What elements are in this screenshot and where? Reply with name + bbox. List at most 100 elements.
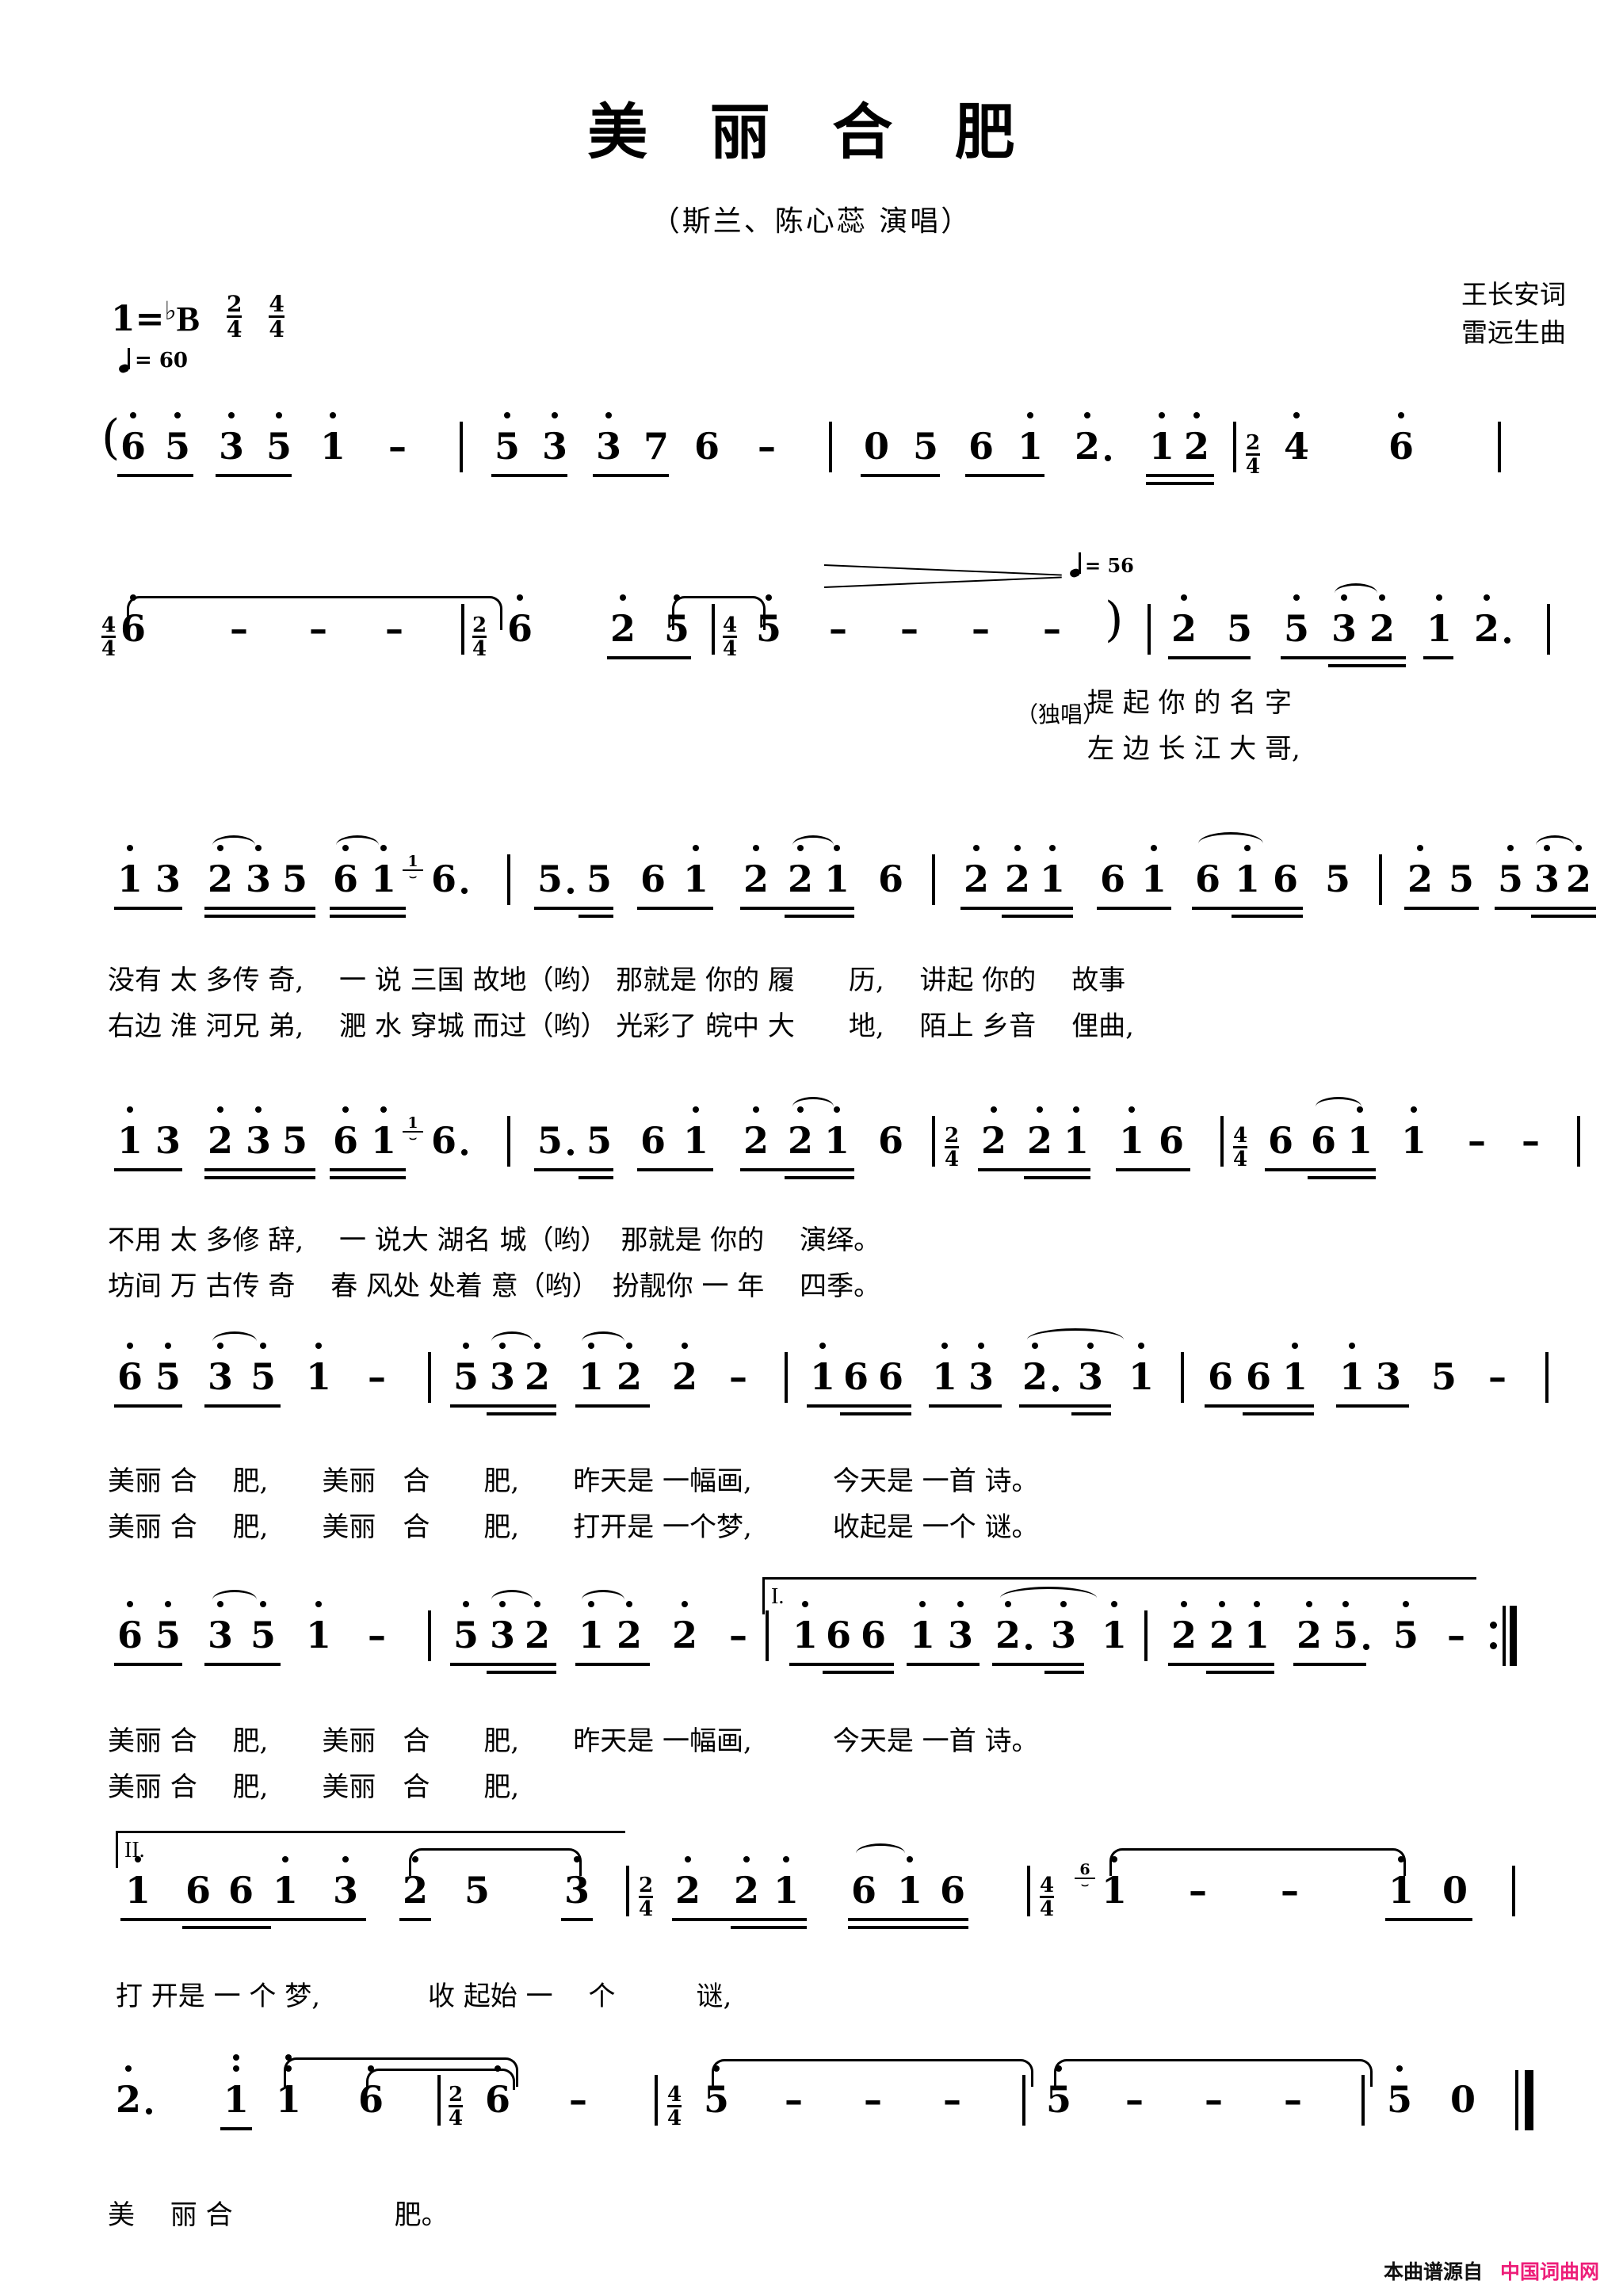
barline — [461, 604, 464, 655]
system-6: I. 6 5 3 5 1 – 5 3 2 1 2 2 – 1 6 6 1 3 2… — [0, 1577, 1623, 1801]
barline — [460, 422, 463, 472]
note: 1 — [1347, 1106, 1373, 1159]
time-signature-inline: 44 — [667, 2083, 682, 2130]
note: 2 — [1171, 1601, 1197, 1653]
time-signature-inline: 44 — [101, 613, 116, 661]
note: 6 — [640, 1119, 666, 1162]
note: 2 — [788, 1106, 813, 1159]
tie-arc — [672, 596, 766, 630]
note: 1 — [1401, 1106, 1426, 1159]
note: 5 — [1325, 858, 1351, 900]
note: 1 — [1282, 1343, 1308, 1395]
lyrics-verse-1: 没有 太 多传 奇, 一 说 三国 故地（哟） 那就是 你的 履 历, 讲起 你… — [108, 965, 1126, 996]
system-1-notes: ( 6 5 3 5 1 – 5 3 3 7 6 – 0 5 6 1 2 1 2 … — [0, 410, 1623, 485]
note: 2 — [403, 1856, 428, 1908]
note: 6 — [851, 1869, 877, 1912]
key-label: 1= — [111, 298, 165, 339]
note: 1 — [683, 1106, 708, 1159]
note: 6 — [228, 1869, 254, 1912]
time-signature-inline: 24 — [945, 1124, 960, 1171]
note-extension: – — [972, 607, 990, 650]
note: 5 — [1393, 1601, 1419, 1653]
barline — [1148, 604, 1151, 655]
lyrics-line: 打 开是 一 个 梦, 收 起始 一 个 谜, — [116, 1981, 732, 2012]
slur-arc — [1536, 835, 1574, 855]
barline — [1498, 422, 1501, 472]
note: 3 — [564, 1856, 590, 1908]
note: 7 — [643, 425, 670, 468]
note: 5 — [165, 412, 190, 464]
barline — [428, 1352, 431, 1403]
note-extension: – — [943, 2078, 961, 2121]
lyrics-verse-1: 不用 太 多修 辞, 一 说大 湖名 城（哟） 那就是 你的 演绎。 — [108, 1224, 881, 1256]
system-2: 44 6 – – – 24 6 2 5 44 5 – – – –) = 56 … — [0, 552, 1623, 777]
note: 1 — [1102, 1856, 1127, 1908]
note: 6 — [1311, 1119, 1337, 1162]
note: 3 — [208, 1343, 233, 1395]
note: 1 — [320, 412, 346, 464]
key-signature: 1=♭B — [111, 296, 200, 339]
lyricist-credit: 王长安词 — [1461, 279, 1566, 310]
tempo-marking-60: = 60 — [117, 348, 188, 374]
system-7-notes: 1 6 6 1 3 2 5 3 24 2 2 1 6 1 6 4 4 6 ⌣ 1… — [0, 1843, 1623, 1929]
note: 3 — [1331, 594, 1357, 647]
note-extension: – — [1488, 1355, 1507, 1398]
key-signature-block: 1=♭B 2 4 4 4 — [111, 293, 285, 341]
note: 2 — [116, 2065, 153, 2118]
note: 6 — [694, 425, 720, 468]
tempo-value: = 56 — [1085, 553, 1134, 577]
slur-arc — [1000, 1587, 1097, 1610]
barline — [932, 1116, 935, 1167]
note: 5 — [495, 412, 520, 464]
note-extension: – — [385, 607, 403, 650]
note: 3 — [1051, 1601, 1076, 1653]
barline — [437, 2075, 441, 2126]
note: 1 — [579, 1601, 604, 1653]
note: 2 — [964, 845, 989, 897]
time-signature-inline: 24 — [472, 613, 487, 661]
tempo-marking-56: = 56 — [1068, 552, 1134, 579]
quarter-note-icon — [1068, 552, 1082, 579]
note: 2 — [995, 1601, 1033, 1653]
note: 6 — [507, 594, 533, 647]
note: 3 — [208, 1601, 233, 1653]
note: 1 — [897, 1856, 922, 1908]
system-5: 6 5 3 5 1 – 5 3 2 1 2 2 – 1 6 6 1 3 2 3 … — [0, 1328, 1623, 1545]
tie-arc — [409, 1848, 582, 1876]
open-paren: ( — [101, 410, 120, 465]
time-signature-4-4: 4 4 — [269, 291, 285, 342]
note: 6 — [431, 861, 468, 897]
note: 6 — [843, 1355, 869, 1398]
note: 1 — [1128, 1343, 1154, 1395]
barline — [1547, 604, 1550, 655]
note: 5 — [537, 1122, 575, 1159]
note: 2 — [525, 1601, 550, 1653]
system-6-notes: 6 5 3 5 1 – 5 3 2 1 2 2 – 1 6 6 1 3 2 3 … — [0, 1587, 1623, 1674]
lyrics-verse-2: 美丽 合 肥, 美丽 合 肥, 打开是 一个梦, 收起是 一个 谜。 — [108, 1511, 1039, 1543]
grace-fraction: 1 ⌣ — [403, 1116, 423, 1144]
note: 3 — [968, 1343, 994, 1395]
note: 1 — [125, 1856, 151, 1908]
note: 2 — [734, 1856, 759, 1908]
note: 3 — [1376, 1355, 1402, 1398]
note: 3 — [246, 845, 271, 897]
barline — [1181, 1352, 1184, 1403]
note-extension: – — [368, 1614, 386, 1656]
note-extension: – — [388, 425, 407, 468]
note: 5 — [1387, 2065, 1412, 2118]
slur-arc — [336, 835, 379, 855]
note-extension: – — [729, 1614, 747, 1656]
note: 1 — [306, 1601, 331, 1653]
note: 2 — [1027, 1106, 1052, 1159]
note: 2 — [1407, 845, 1433, 897]
barline — [766, 1610, 769, 1661]
barline — [1545, 1352, 1549, 1403]
note: 1 — [1426, 594, 1452, 647]
barline — [1220, 1116, 1224, 1167]
slur-arc — [212, 1331, 257, 1351]
system-2-notes: 44 6 – – – 24 6 2 5 44 5 – – – –) = 56 … — [0, 552, 1623, 667]
note: 1 — [371, 845, 396, 897]
note: 1 — [932, 1343, 957, 1395]
note-extension: – — [1189, 1869, 1207, 1912]
note: 2 — [1474, 594, 1511, 647]
